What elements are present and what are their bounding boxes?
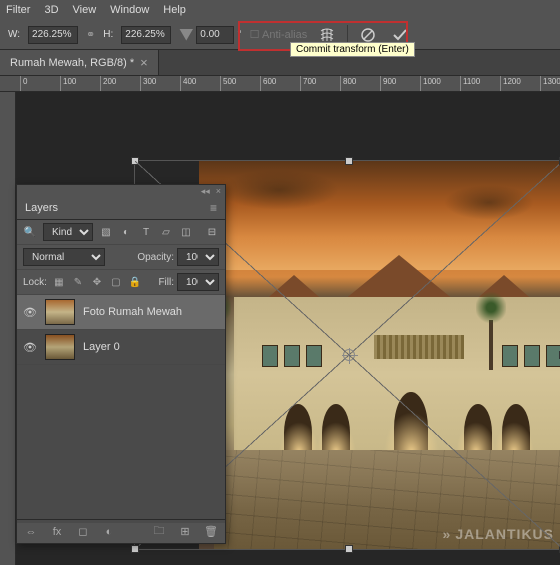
height-label: H: [103, 29, 113, 40]
document-tab-label: Rumah Mewah, RGB/8) * [10, 57, 134, 69]
transform-handle-tl[interactable] [131, 157, 139, 165]
filter-toggle[interactable]: ⊟ [205, 225, 219, 239]
layers-tab[interactable]: Layers ≡ [17, 197, 225, 220]
filter-search-icon[interactable]: 🔍 [23, 225, 37, 239]
filter-adjust-icon[interactable]: ◐ [119, 225, 133, 239]
menu-window[interactable]: Window [110, 4, 149, 16]
filter-pixel-icon[interactable]: ▧ [99, 225, 113, 239]
close-tab-icon[interactable]: × [140, 55, 148, 70]
transform-center[interactable] [343, 349, 355, 361]
lock-artboard-icon[interactable]: ▢ [109, 275, 123, 289]
lock-paint-icon[interactable]: ✎ [71, 275, 85, 289]
layers-tab-label: Layers [25, 202, 58, 214]
opacity-label: Opacity: [137, 252, 174, 263]
fill-select[interactable]: 100% [177, 273, 219, 291]
layer-filter-row: 🔍 Kind ▧ ◐ T ▱ ◫ ⊟ [17, 220, 225, 245]
menu-help[interactable]: Help [163, 4, 186, 16]
lock-fill-row: Lock: ▦ ✎ ✥ ▢ 🔒 Fill: 100% [17, 270, 225, 295]
layer-style-icon[interactable]: fx [49, 524, 65, 540]
panel-close-icon[interactable]: × [216, 186, 221, 196]
link-icon[interactable]: ⚭ [86, 28, 95, 41]
transform-handle-bl[interactable] [131, 545, 139, 553]
filter-type-icon[interactable]: T [139, 225, 153, 239]
commit-tooltip: Commit transform (Enter) [290, 42, 415, 57]
lock-all-icon[interactable]: 🔒 [128, 275, 142, 289]
layers-footer: ⇔ fx ◻ ◐ 🗀 ⊞ 🗑 [17, 519, 225, 543]
options-bar: W: ⚭ H: ° ☐ Anti-alias [0, 20, 560, 50]
visibility-toggle-icon[interactable]: 👁 [23, 340, 37, 354]
lock-label: Lock: [23, 277, 47, 288]
document-tab-bar: Rumah Mewah, RGB/8) * × [0, 50, 560, 76]
layer-row[interactable]: 👁 Layer 0 [17, 330, 225, 365]
transform-handle-t[interactable] [345, 157, 353, 165]
lock-transparent-icon[interactable]: ▦ [52, 275, 66, 289]
layer-thumbnail[interactable] [45, 299, 75, 325]
layer-name[interactable]: Layer 0 [83, 341, 120, 353]
height-input[interactable] [121, 26, 171, 44]
link-layers-icon[interactable]: ⇔ [23, 524, 39, 540]
angle-unit: ° [237, 29, 241, 41]
new-group-icon[interactable]: 🗀 [151, 524, 167, 540]
angle-input[interactable] [196, 26, 234, 44]
filter-shape-icon[interactable]: ▱ [159, 225, 173, 239]
ruler-vertical [0, 92, 16, 565]
layer-row[interactable]: 👁 Foto Rumah Mewah [17, 295, 225, 330]
width-label: W: [8, 29, 20, 40]
menu-filter[interactable]: Filter [6, 4, 30, 16]
angle-icon [179, 29, 193, 41]
filter-kind-select[interactable]: Kind [43, 223, 93, 241]
workspace: » JALANTIKUS ◂◂ × Layers ≡ 🔍 [0, 92, 560, 565]
menu-bar: Filter 3D View Window Help [0, 0, 560, 20]
angle-field: ° [179, 26, 241, 44]
antialias-checkbox: ☐ Anti-alias [250, 28, 308, 41]
panel-collapse-icon[interactable]: ◂◂ [201, 186, 210, 197]
layers-panel: ◂◂ × Layers ≡ 🔍 Kind ▧ ◐ T ▱ ◫ ⊟ Normal … [16, 184, 226, 544]
delete-layer-icon[interactable]: 🗑 [203, 524, 219, 540]
menu-view[interactable]: View [73, 4, 97, 16]
fill-label: Fill: [158, 277, 174, 288]
width-input[interactable] [28, 26, 78, 44]
blend-mode-select[interactable]: Normal [23, 248, 105, 266]
adjustment-layer-icon[interactable]: ◐ [101, 524, 117, 540]
opacity-select[interactable]: 100% [177, 248, 219, 266]
layer-thumbnail[interactable] [45, 334, 75, 360]
panel-menu-icon[interactable]: ≡ [210, 201, 217, 215]
layers-list: 👁 Foto Rumah Mewah 👁 Layer 0 [17, 295, 225, 523]
visibility-toggle-icon[interactable]: 👁 [23, 305, 37, 319]
panel-topbar: ◂◂ × [17, 185, 225, 197]
document-tab[interactable]: Rumah Mewah, RGB/8) * × [0, 50, 159, 75]
filter-smart-icon[interactable]: ◫ [179, 225, 193, 239]
lock-position-icon[interactable]: ✥ [90, 275, 104, 289]
new-layer-icon[interactable]: ⊞ [177, 524, 193, 540]
blend-opacity-row: Normal Opacity: 100% [17, 245, 225, 270]
canvas-area[interactable]: » JALANTIKUS ◂◂ × Layers ≡ 🔍 [16, 92, 560, 565]
ruler-horizontal: 100 0 100 200 300 400 500 600 700 800 90… [0, 76, 560, 92]
transform-handle-b[interactable] [345, 545, 353, 553]
layer-mask-icon[interactable]: ◻ [75, 524, 91, 540]
layer-name[interactable]: Foto Rumah Mewah [83, 306, 182, 318]
menu-3d[interactable]: 3D [44, 4, 58, 16]
